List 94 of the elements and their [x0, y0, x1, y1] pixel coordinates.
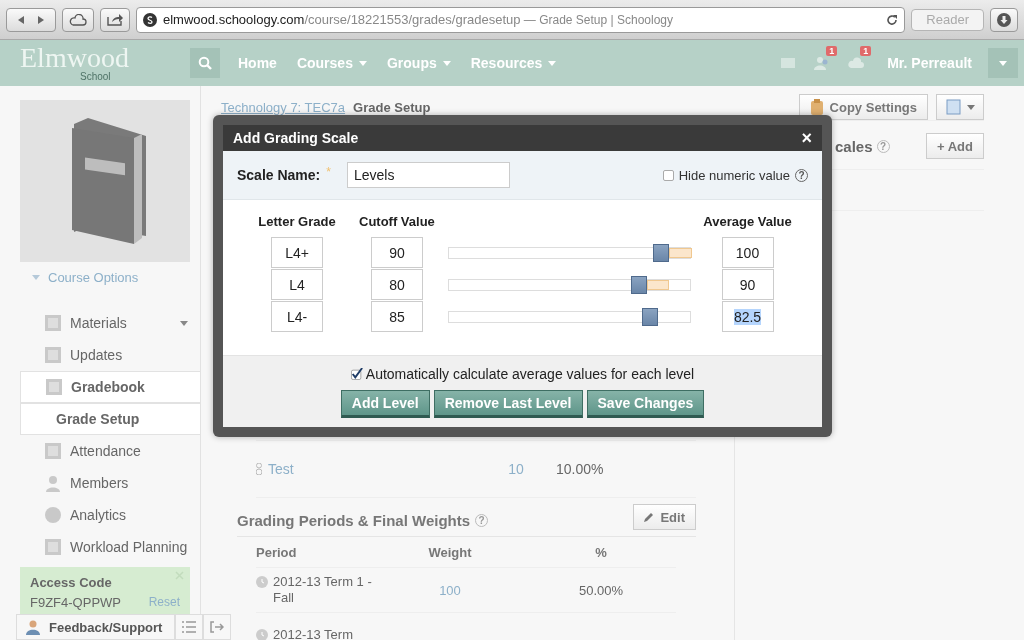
list-icon: [182, 621, 197, 633]
exit-icon: [210, 621, 225, 633]
sidebar-item[interactable]: Updates: [20, 339, 200, 371]
breadcrumb-current: Grade Setup: [353, 100, 431, 115]
exit-button[interactable]: [203, 614, 232, 640]
person-icon: [25, 619, 41, 635]
slider-range: [646, 279, 670, 290]
slider-thumb[interactable]: [653, 243, 670, 262]
edit-button[interactable]: Edit: [633, 504, 696, 530]
access-code: F9ZF4-QPPWP: [30, 595, 121, 610]
checkbox[interactable]: [350, 368, 363, 380]
cutoff-field[interactable]: 90: [371, 237, 423, 268]
notification-badge: 1: [860, 46, 872, 56]
cloud-button[interactable]: [62, 7, 94, 32]
back-forward-button[interactable]: [6, 7, 56, 32]
address-field[interactable]: elmwood.schoology.com/course/18221553/grades/gradesetup — Grade Setup | Schoology: [136, 6, 906, 33]
column-header: Period: [256, 544, 298, 560]
site-icon: [143, 12, 157, 27]
sidebar-item[interactable]: Analytics: [20, 499, 200, 531]
field-value: 90: [739, 276, 756, 293]
access-code-title: Access Code: [30, 575, 113, 590]
cloud-icon[interactable]: [847, 56, 866, 70]
percent-cell-text: 10.00%: [556, 461, 605, 477]
column-header: Weight: [427, 544, 473, 560]
period-name: 2012-13 Term: [273, 626, 353, 640]
download-button[interactable]: [990, 7, 1018, 32]
letter-grade-field[interactable]: L4: [271, 269, 323, 300]
checkbox[interactable]: [662, 169, 674, 181]
field-value: 100: [735, 244, 760, 261]
reload-icon[interactable]: [886, 13, 899, 26]
average-field[interactable]: 90: [721, 269, 774, 300]
sidebar-item[interactable]: Workload Planning: [20, 531, 200, 563]
column-header: Cutoff Value: [358, 214, 436, 231]
link-icon: [256, 463, 262, 475]
field-label: Scale Name:: [237, 167, 321, 183]
share-icon: [107, 13, 123, 26]
user-menu-button[interactable]: [988, 48, 1018, 78]
letter-grade-field[interactable]: L4-: [271, 301, 323, 332]
sidebar-item[interactable]: Members: [20, 467, 200, 499]
view-menu-button[interactable]: [936, 94, 984, 120]
caret-icon: [999, 60, 1007, 66]
column-header: Letter Grade: [258, 214, 336, 231]
pencil-icon: [644, 512, 655, 522]
slider-thumb[interactable]: [630, 275, 647, 294]
mail-icon[interactable]: [781, 58, 796, 68]
search-button[interactable]: [190, 48, 220, 78]
caret-icon: [32, 275, 40, 280]
sidebar-subitem[interactable]: Grade Setup: [20, 403, 200, 435]
section-title: cales ?: [835, 137, 890, 155]
average-field[interactable]: 82.5: [721, 301, 774, 332]
download-icon: [997, 12, 1011, 27]
dialog-button[interactable]: Save Changes: [586, 390, 705, 418]
cloud-icon: [69, 13, 87, 26]
column-header: Average Value: [703, 214, 792, 231]
feedback-button[interactable]: Feedback/Support: [16, 614, 176, 640]
letter-grade-field[interactable]: L4+: [271, 237, 323, 268]
caret-icon: [180, 320, 188, 326]
search-icon: [198, 56, 212, 70]
copy-settings-button[interactable]: Copy Settings: [798, 94, 928, 120]
sidebar-item[interactable]: Materials: [20, 307, 200, 339]
clock-icon: [256, 575, 268, 588]
checkbox-label: Automatically calculate average values for each level: [365, 366, 695, 382]
share-button[interactable]: [100, 7, 130, 32]
caret-icon: [548, 60, 557, 66]
slider-range: [669, 247, 692, 258]
arrows-icon: [16, 14, 46, 25]
slider-thumb[interactable]: [641, 307, 658, 326]
person-icon: [44, 474, 62, 492]
scale-name-field[interactable]: Levels: [346, 162, 510, 188]
list-button[interactable]: [175, 614, 204, 640]
cutoff-field[interactable]: 80: [371, 269, 423, 300]
sidebar-item[interactable]: Attendance: [20, 435, 200, 467]
notification-badge: 1: [826, 46, 838, 56]
dialog-button[interactable]: Add Level: [340, 390, 430, 418]
checkbox-label: Hide numeric value: [678, 167, 790, 183]
sidebar-item[interactable]: Gradebook: [20, 371, 200, 403]
caret-icon: [442, 60, 451, 66]
percent-cell-text: 50.00%: [577, 582, 625, 598]
dialog-title: Add Grading Scale: [233, 130, 359, 146]
column-header: %: [594, 544, 608, 560]
add-button[interactable]: + Add: [926, 133, 984, 159]
notebook-icon: [945, 99, 961, 115]
field-value: 82.5: [733, 308, 762, 325]
period-name: 2012-13 Term 1 - Fall: [273, 573, 373, 607]
required-mark: *: [326, 165, 331, 179]
clipboard-icon: [809, 99, 824, 115]
average-field[interactable]: 100: [721, 237, 774, 268]
dialog-button[interactable]: Remove Last Level: [433, 390, 583, 418]
school-logo[interactable]: Elmwood School: [0, 44, 190, 82]
caret-icon: [967, 104, 975, 110]
caret-icon: [358, 60, 367, 66]
cutoff-field[interactable]: 85: [371, 301, 423, 332]
section-title: Grading Periods & Final Weights ?: [237, 511, 489, 529]
close-button[interactable]: ×: [801, 127, 812, 149]
